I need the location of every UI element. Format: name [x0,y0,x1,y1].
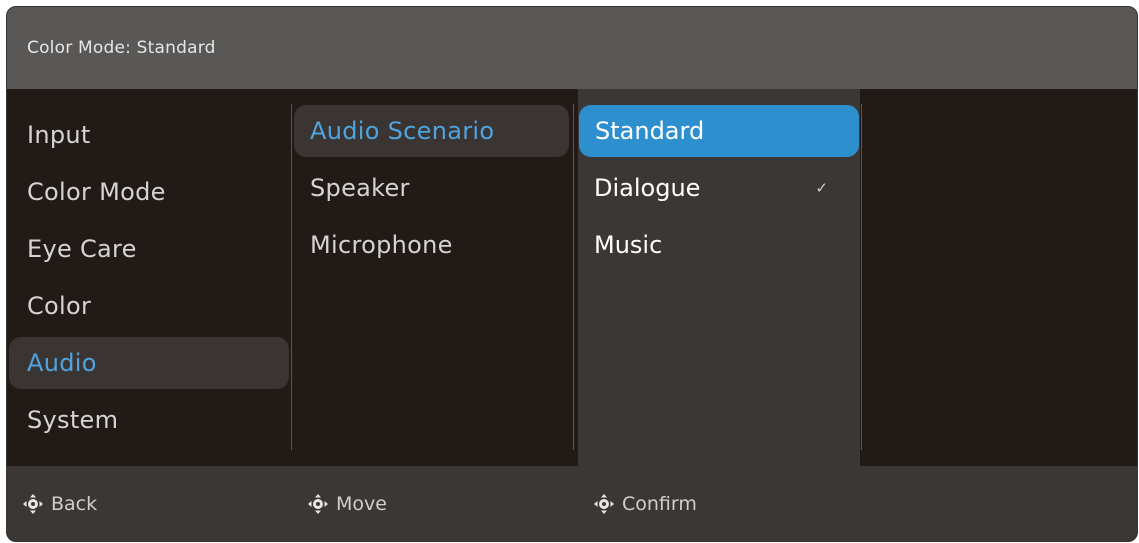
hint-label: Move [336,493,387,515]
option-label: Dialogue [594,174,701,202]
menu-item-system[interactable]: System [27,394,118,446]
menu-item-audio[interactable]: Audio [9,337,289,389]
hint-label: Back [51,493,98,515]
divider [861,104,862,450]
option-music[interactable]: Music [578,219,860,271]
submenu-item-audio-scenario[interactable]: Audio Scenario [294,105,569,157]
main-menu: Input Color Mode Eye Care Color Audio Sy… [7,89,292,466]
checkmark-icon: ✓ [815,179,828,197]
sub-menu: Audio Scenario Speaker Microphone [292,89,578,466]
divider [573,104,574,450]
option-dialogue[interactable]: Dialogue ✓ [578,162,860,214]
menu-item-input[interactable]: Input [27,109,91,161]
menu-header: Color Mode: Standard [7,7,1137,89]
option-standard[interactable]: Standard [579,105,859,157]
hint-back: Back [21,491,97,517]
menu-item-color-mode[interactable]: Color Mode [27,166,166,218]
footer-bar-right [860,466,1137,541]
option-label: Music [594,231,663,259]
hint-label: Confirm [622,493,697,515]
menu-item-eye-care[interactable]: Eye Care [27,223,137,275]
page-title: Color Mode: Standard [27,38,216,58]
hint-confirm: Confirm [592,491,697,517]
option-label: Standard [595,117,705,145]
options-panel: Standard Dialogue ✓ Music [578,89,860,541]
joystick-icon [308,494,328,514]
submenu-item-microphone[interactable]: Microphone [310,219,453,271]
osd-menu: Color Mode: Standard Input Color Mode Ey… [6,6,1138,542]
hint-move: Move [306,491,387,517]
menu-item-color[interactable]: Color [27,280,91,332]
submenu-item-speaker[interactable]: Speaker [310,162,410,214]
joystick-icon [23,494,43,514]
joystick-icon [594,494,614,514]
